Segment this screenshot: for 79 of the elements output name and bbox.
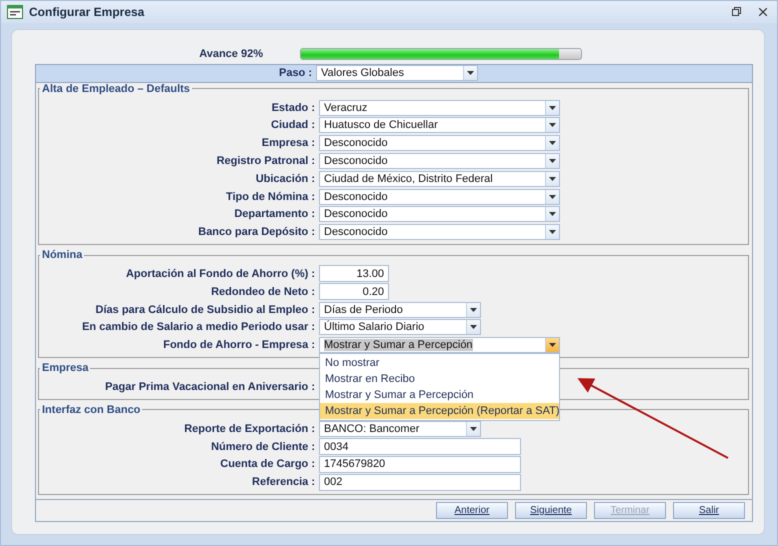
field-label: Tipo de Nómina : <box>224 190 316 203</box>
dropdown[interactable]: Desconocido <box>319 206 560 222</box>
caret-icon <box>549 106 556 110</box>
dropdown-option[interactable]: Mostrar en Recibo <box>320 371 559 388</box>
group-title: Empresa <box>41 362 90 374</box>
field-label: Banco para Depósito : <box>197 226 316 238</box>
dropdown[interactable]: Huatusco de Chicuellar <box>319 117 560 134</box>
field-label: Estado : <box>270 102 316 114</box>
caret-icon <box>470 426 477 431</box>
field-label: Días para Cálculo de Subsidio al Empleo : <box>94 304 316 316</box>
dropdown-option[interactable]: Mostrar y Sumar a Percepción (Reportar a SAT) <box>320 403 559 420</box>
dropdown[interactable]: Días de Periodo <box>319 302 481 318</box>
dropdown-button[interactable] <box>545 225 559 240</box>
caret-icon <box>549 158 556 163</box>
caret-icon <box>549 230 556 234</box>
dropdown-button[interactable] <box>545 136 559 150</box>
field-label: Departamento : <box>233 208 316 220</box>
field-label: Ciudad : <box>270 119 316 132</box>
wizard-button[interactable]: Siguiente <box>515 502 587 519</box>
input-field[interactable]: 1745679820 <box>319 456 521 473</box>
field-label: Redondeo de Neto : <box>210 286 316 298</box>
dropdown-button[interactable] <box>466 302 480 317</box>
input-field[interactable]: 002 <box>319 474 521 491</box>
field-label: Número de Cliente : <box>210 440 316 452</box>
dropdown[interactable]: Desconocido <box>319 135 560 152</box>
field-label: Pagar Prima Vacacional en Aniversario : <box>104 380 316 393</box>
dropdown[interactable]: Mostrar y Sumar a Percepción <box>319 337 560 354</box>
dropdown[interactable]: Desconocido <box>319 224 560 240</box>
input-field[interactable]: 0.20 <box>319 283 389 300</box>
field-label: Aportación al Fondo de Ahorro (%) : <box>124 268 316 280</box>
dropdown[interactable]: Desconocido <box>319 152 560 169</box>
field-label: Fondo de Ahorro - Empresa : <box>162 339 316 352</box>
caret-icon <box>470 308 477 312</box>
field-label: Ubicación : <box>254 172 316 185</box>
dropdown-option[interactable]: No mostrar <box>320 355 559 372</box>
input-field[interactable]: 0034 <box>319 438 521 455</box>
window-title: Configurar Empresa <box>29 4 146 19</box>
dropdown[interactable]: Valores Globales <box>316 65 478 82</box>
window-icon <box>7 4 23 19</box>
field-label: Paso : <box>278 67 313 80</box>
group-title: Nómina <box>41 249 84 262</box>
caret-icon <box>470 325 477 330</box>
group-title: Alta de Empleado – Defaults <box>41 82 191 95</box>
caret-icon <box>549 212 556 216</box>
group-title: Interfaz con Banco <box>41 404 142 416</box>
close-icon[interactable] <box>759 8 767 16</box>
field-label: Referencia : <box>251 476 316 488</box>
dropdown-button[interactable] <box>545 338 559 352</box>
dropdown[interactable]: BANCO: Bancomer <box>319 420 481 437</box>
dropdown-button[interactable] <box>545 190 559 204</box>
dropdown-button[interactable] <box>545 207 559 222</box>
caret-icon <box>549 176 556 181</box>
caret-icon <box>549 343 556 348</box>
field-label: Empresa : <box>260 137 316 150</box>
dropdown-button[interactable] <box>466 422 480 436</box>
dropdown-option[interactable]: Mostrar y Sumar a Percepción <box>320 387 559 404</box>
field-label: Registro Patronal : <box>216 154 316 167</box>
dropdown[interactable]: Veracruz <box>319 100 560 116</box>
dropdown-button[interactable] <box>545 154 559 168</box>
wizard-button[interactable]: Salir <box>673 502 745 519</box>
dropdown-button[interactable] <box>463 66 477 80</box>
input-field[interactable]: 13.00 <box>319 265 389 282</box>
dropdown[interactable]: Ciudad de México, Distrito Federal <box>319 170 560 187</box>
caret-icon <box>549 123 556 128</box>
dropdown[interactable]: Desconocido <box>319 188 560 205</box>
progress-label: Avance 92% <box>198 48 263 60</box>
dropdown-button[interactable] <box>545 100 559 115</box>
caret-icon <box>549 194 556 199</box>
restore-icon[interactable] <box>732 7 741 16</box>
dropdown[interactable]: Último Salario Diario <box>319 319 481 336</box>
dropdown-button[interactable] <box>545 172 559 186</box>
dropdown-button[interactable] <box>545 118 559 132</box>
caret-icon <box>467 71 474 76</box>
caret-icon <box>549 141 556 146</box>
wizard-button[interactable]: Anterior <box>436 502 508 519</box>
field-label: Cuenta de Cargo : <box>219 458 316 470</box>
field-label: En cambio de Salario a medio Periodo usar : <box>81 321 316 334</box>
dropdown-button[interactable] <box>466 320 480 334</box>
field-label: Reporte de Exportación : <box>183 422 316 435</box>
